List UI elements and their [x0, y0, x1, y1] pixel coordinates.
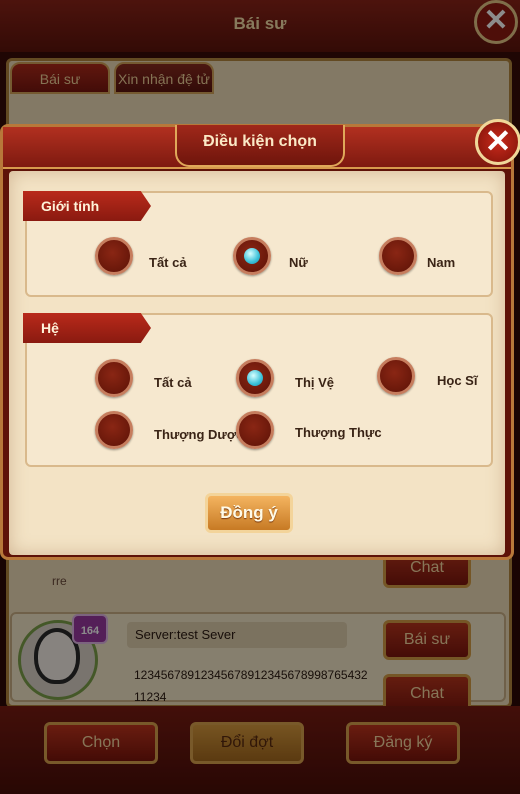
- filter-dialog: Điều kiện chọn ✕ Giới tính Tất cả Nữ Nam…: [0, 119, 520, 560]
- agree-button[interactable]: Đồng ý: [205, 493, 293, 533]
- gender-section: Giới tính Tất cả Nữ Nam: [23, 191, 493, 297]
- he-section: Hệ Tất cả Thị Vệ Học Sĩ Thượng Dược Thượ…: [23, 313, 493, 467]
- he-label-thuong-thuc: Thượng Thực: [295, 425, 382, 440]
- he-label-thi-ve: Thị Vệ: [295, 375, 335, 390]
- gender-section-label: Giới tính: [23, 191, 151, 221]
- gender-label-male: Nam: [427, 255, 456, 270]
- he-radio-thi-ve[interactable]: [236, 359, 274, 397]
- he-radio-hoc-si[interactable]: [377, 357, 415, 395]
- gender-radio-female[interactable]: [233, 237, 271, 275]
- he-radio-thuong-duoc[interactable]: [95, 411, 133, 449]
- he-radio-all[interactable]: [95, 359, 133, 397]
- dialog-title-plate: Điều kiện chọn: [175, 125, 345, 167]
- dialog-title: Điều kiện chọn: [203, 133, 317, 150]
- dialog-body: Giới tính Tất cả Nữ Nam Hệ Tất cả Thị Vệ…: [9, 171, 505, 555]
- close-icon[interactable]: ✕: [475, 119, 520, 165]
- gender-radio-all[interactable]: [95, 237, 133, 275]
- he-label-thuong-duoc: Thượng Dược: [154, 427, 244, 442]
- he-radio-thuong-thuc[interactable]: [236, 411, 274, 449]
- gender-label-all: Tất cả: [149, 255, 187, 270]
- he-section-label: Hệ: [23, 313, 151, 343]
- gender-radio-male[interactable]: [379, 237, 417, 275]
- he-label-all: Tất cả: [154, 375, 192, 390]
- gender-label-female: Nữ: [289, 255, 308, 270]
- he-label-hoc-si: Học Sĩ: [437, 373, 478, 388]
